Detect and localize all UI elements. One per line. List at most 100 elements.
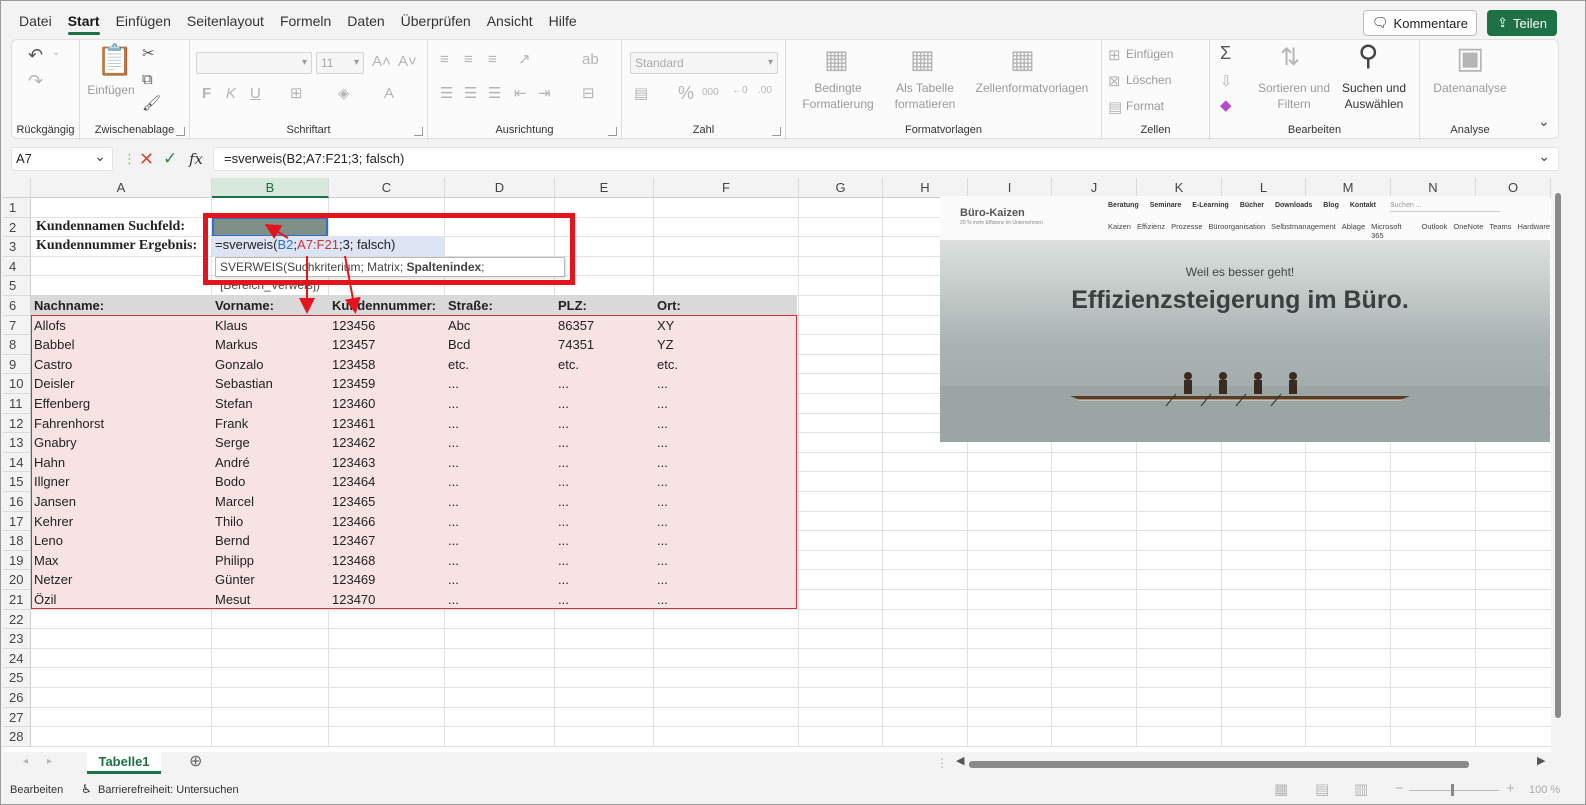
redo-icon[interactable]: ↷ (28, 72, 43, 90)
autosum-icon[interactable]: Σ (1220, 44, 1231, 62)
next-sheet-icon[interactable]: ▸ (47, 757, 52, 767)
cell-styles-label[interactable]: Zellenformatvorlagen (966, 80, 1098, 96)
undo-icon[interactable]: ↶ (28, 46, 43, 64)
tab-hilfe[interactable]: Hilfe (541, 1, 585, 37)
underline-icon[interactable]: U (250, 86, 261, 101)
percent-icon[interactable]: % (678, 84, 694, 102)
cell-styles-icon[interactable]: ▦ (1010, 46, 1035, 72)
delete-cells-icon[interactable]: ⊠ (1108, 74, 1121, 89)
sheet-tab-tabelle1[interactable]: Tabelle1 (87, 752, 161, 774)
find-select-label[interactable]: Suchen und Auswählen (1334, 80, 1414, 112)
align-bottom-icon[interactable]: ≡ (488, 52, 497, 67)
dialog-launcher-icon[interactable] (176, 127, 185, 136)
copy-icon[interactable]: ⧉ (142, 72, 153, 87)
format-cells-icon[interactable]: ▤ (1108, 100, 1122, 115)
search-icon[interactable]: ⚲ (1358, 42, 1379, 70)
fill-icon[interactable]: ⇩ (1220, 74, 1233, 89)
zoom-slider[interactable] (1409, 790, 1499, 791)
fill-color-icon[interactable]: ◈ (338, 86, 350, 101)
shrink-font-icon[interactable]: A˅ (398, 54, 417, 69)
tab-daten[interactable]: Daten (339, 1, 392, 37)
cancel-icon[interactable]: ✕ (139, 147, 154, 171)
align-middle-icon[interactable]: ≡ (464, 52, 473, 67)
format-as-table-icon[interactable]: ▦ (910, 46, 935, 72)
prev-sheet-icon[interactable]: ◂ (23, 757, 28, 767)
worksheet-grid[interactable]: ABCDEFGHIJKLMNO 1 2 3 4 5 6 7 8 9 10 11 12 13 14 15 16 1… (3, 178, 1551, 752)
increase-decimal-icon[interactable]: ←0 (732, 86, 748, 96)
grow-font-icon[interactable]: A˄ (372, 54, 391, 69)
border-icon[interactable]: ⊞ (290, 86, 303, 101)
align-top-icon[interactable]: ≡ (440, 52, 449, 67)
merge-icon[interactable]: ⊟ (582, 86, 595, 101)
data-analysis-icon[interactable]: ▣ (1456, 44, 1484, 74)
cut-icon[interactable]: ✂ (142, 46, 155, 61)
increase-indent-icon[interactable]: ⇥ (538, 86, 551, 101)
scroll-right-icon[interactable]: ▶ (1537, 756, 1545, 767)
collapse-ribbon-icon[interactable]: ⌄ (1538, 114, 1550, 128)
embedded-website-image[interactable]: Büro-Kaizen 20 % mehr Effizienz im Unter… (940, 196, 1550, 442)
decrease-indent-icon[interactable]: ⇤ (514, 86, 527, 101)
sort-filter-icon[interactable]: ⇅ (1280, 46, 1300, 70)
delete-cells-label[interactable]: Löschen (1126, 72, 1171, 88)
enter-icon[interactable]: ✓ (163, 147, 177, 171)
sort-filter-label[interactable]: Sortieren und Filtern (1254, 80, 1334, 112)
horizontal-scroll-thumb[interactable] (969, 761, 1469, 768)
share-button[interactable]: ⇪ Teilen (1487, 10, 1557, 36)
page-layout-view-icon[interactable]: ▤ (1315, 782, 1329, 797)
insert-cells-label[interactable]: Einfügen (1126, 46, 1173, 62)
italic-icon[interactable]: K (226, 86, 236, 101)
insert-function-button[interactable]: fx (189, 147, 203, 171)
tab-datei[interactable]: Datei (11, 1, 60, 37)
eraser-icon[interactable]: ◆ (1220, 98, 1232, 113)
share-icon: ⇪ (1497, 15, 1508, 30)
add-sheet-icon[interactable]: ⊕ (189, 754, 202, 770)
conditional-format-icon[interactable]: ▦ (824, 46, 849, 72)
tab-ueberpruefen[interactable]: Überprüfen (393, 1, 479, 37)
bold-icon[interactable]: F (202, 86, 211, 101)
accessibility-icon[interactable]: ♿ (81, 782, 92, 796)
number-format-select[interactable]: Standard (630, 52, 778, 74)
comments-button[interactable]: 🗨 Kommentare (1363, 10, 1477, 36)
format-cells-label[interactable]: Format (1126, 98, 1164, 114)
tab-ansicht[interactable]: Ansicht (479, 1, 541, 37)
dialog-launcher-icon[interactable] (772, 127, 781, 136)
wrap-text-icon[interactable]: ab (582, 52, 599, 67)
format-as-table-label[interactable]: Als Tabelle formatieren (884, 80, 966, 112)
tab-einfuegen[interactable]: Einfügen (108, 1, 179, 37)
zoom-out-icon[interactable]: − (1395, 781, 1404, 796)
conditional-format-label[interactable]: Bedingte Formatierung (790, 80, 886, 112)
paste-label[interactable]: Einfügen (84, 82, 138, 98)
vertical-scrollbar[interactable] (1553, 183, 1563, 751)
zoom-in-icon[interactable]: + (1506, 781, 1515, 796)
vertical-scroll-thumb[interactable] (1555, 193, 1561, 718)
font-name-select[interactable] (196, 52, 312, 74)
font-size-select[interactable]: 11 (316, 52, 364, 74)
dialog-launcher-icon[interactable] (414, 127, 423, 136)
font-color-icon[interactable]: A (384, 86, 394, 101)
tab-start[interactable]: Start (60, 1, 108, 37)
scroll-left-icon[interactable]: ◀ (956, 756, 964, 767)
insert-cells-icon[interactable]: ⊞ (1108, 48, 1121, 63)
tab-formeln[interactable]: Formeln (272, 1, 339, 37)
format-painter-icon[interactable]: 🖌 (142, 96, 161, 111)
splitter-icon[interactable]: ⋮ (936, 757, 948, 769)
thousands-icon[interactable]: 000 (702, 88, 719, 98)
zoom-slider-thumb[interactable] (1451, 784, 1454, 796)
accessibility-status[interactable]: Barrierefreiheit: Untersuchen (98, 784, 239, 796)
align-left-icon[interactable]: ☰ (440, 86, 453, 101)
currency-icon[interactable]: ▤ (634, 86, 648, 101)
data-analysis-label[interactable]: Datenanalyse (1422, 80, 1518, 96)
chevron-down-icon[interactable]: ⌄ (52, 48, 60, 58)
orientation-icon[interactable]: ↗ (518, 52, 531, 67)
paste-icon[interactable]: 📋 (96, 46, 133, 76)
tab-seitenlayout[interactable]: Seitenlayout (179, 1, 272, 37)
page-break-view-icon[interactable]: ▥ (1354, 782, 1368, 797)
align-right-icon[interactable]: ☰ (488, 86, 501, 101)
normal-view-icon[interactable]: ▦ (1274, 782, 1288, 797)
name-box[interactable]: A7 (11, 145, 113, 171)
zoom-level[interactable]: 100 % (1529, 784, 1560, 796)
align-center-icon[interactable]: ☰ (464, 86, 477, 101)
formula-input[interactable]: =sverweis(B2;A7:F21;3; falsch) (213, 145, 1559, 171)
dialog-launcher-icon[interactable] (608, 127, 617, 136)
decrease-decimal-icon[interactable]: .00 (758, 86, 772, 96)
